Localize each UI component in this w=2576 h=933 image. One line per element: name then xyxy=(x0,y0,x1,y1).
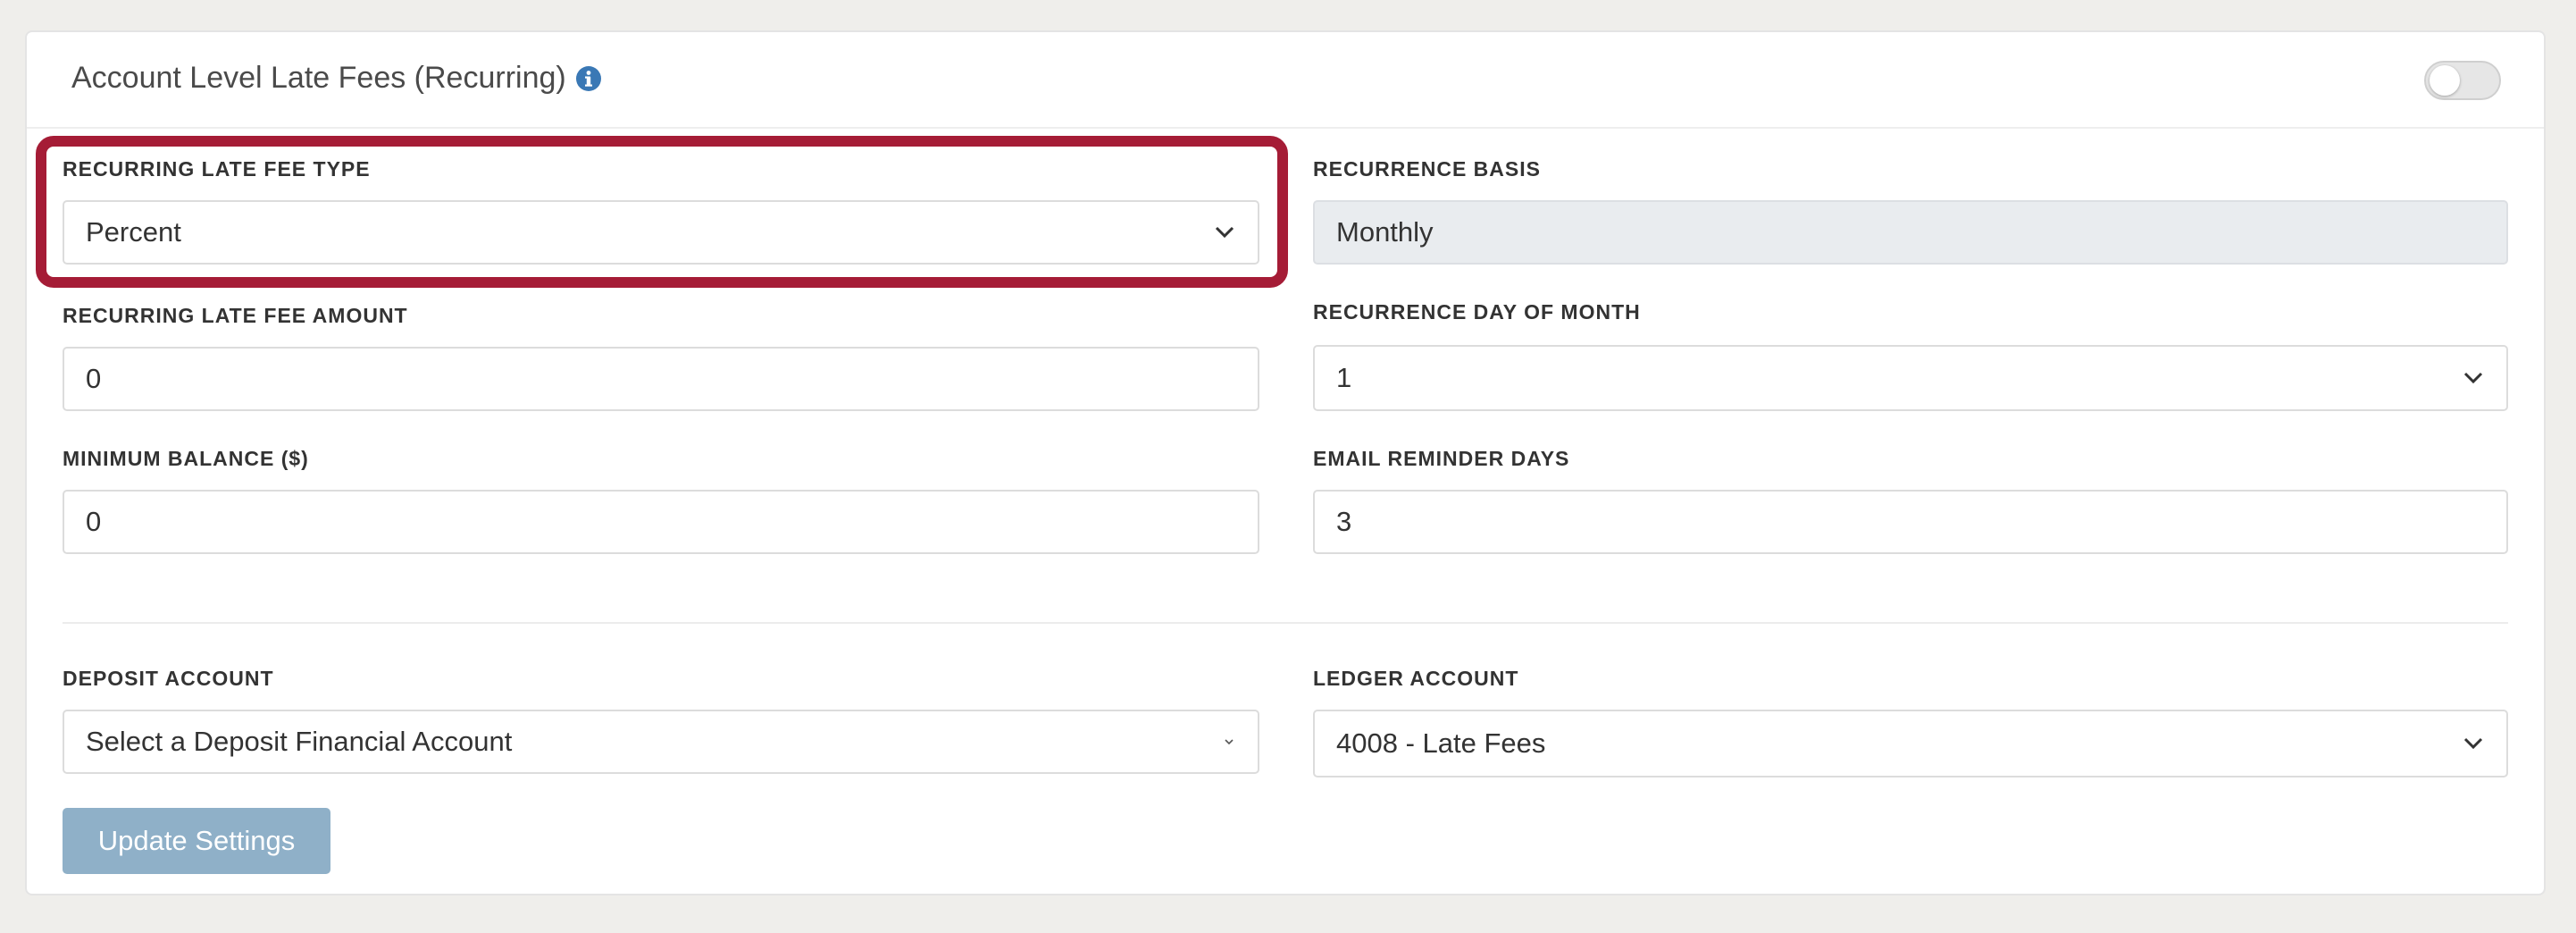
late-fee-type-select[interactable]: Percent xyxy=(63,200,1259,265)
card-title-row: Account Level Late Fees (Recurring) xyxy=(71,61,602,96)
late-fee-amount-label: RECURRING LATE FEE AMOUNT xyxy=(63,304,408,327)
chevron-down-icon xyxy=(1225,739,1234,745)
deposit-account-select[interactable]: Select a Deposit Financial Account xyxy=(63,710,1259,774)
deposit-account-value: Select a Deposit Financial Account xyxy=(86,726,513,757)
ledger-account-value: 4008 - Late Fees xyxy=(1336,727,1546,759)
deposit-account-label: DEPOSIT ACCOUNT xyxy=(63,667,274,690)
recurrence-basis-field: Monthly xyxy=(1313,200,2508,265)
section-divider xyxy=(63,622,2508,624)
ledger-account-select[interactable]: 4008 - Late Fees xyxy=(1313,710,2508,778)
chevron-down-icon xyxy=(1215,226,1234,239)
chevron-down-icon xyxy=(2463,737,2483,750)
recurrence-day-label: RECURRENCE DAY OF MONTH xyxy=(1313,300,1641,324)
email-reminder-days-input[interactable]: 3 xyxy=(1313,490,2508,554)
recurrence-day-select[interactable]: 1 xyxy=(1313,345,2508,411)
recurring-fees-toggle[interactable] xyxy=(2424,61,2501,100)
minimum-balance-label: MINIMUM BALANCE ($) xyxy=(63,447,309,470)
email-reminder-days-label: EMAIL REMINDER DAYS xyxy=(1313,447,1570,470)
late-fee-amount-value: 0 xyxy=(86,363,102,394)
late-fee-type-label: RECURRING LATE FEE TYPE xyxy=(63,157,371,181)
late-fee-type-value: Percent xyxy=(86,216,181,248)
recurrence-basis-value: Monthly xyxy=(1336,216,1434,248)
recurrence-day-value: 1 xyxy=(1336,362,1352,393)
late-fee-amount-input[interactable]: 0 xyxy=(63,347,1259,411)
ledger-account-label: LEDGER ACCOUNT xyxy=(1313,667,1519,690)
email-reminder-days-value: 3 xyxy=(1336,506,1352,537)
recurrence-basis-label: RECURRENCE BASIS xyxy=(1313,157,1541,181)
card-title: Account Level Late Fees (Recurring) xyxy=(71,61,566,95)
info-icon[interactable] xyxy=(575,65,602,92)
chevron-down-icon xyxy=(2463,372,2483,384)
card-header: Account Level Late Fees (Recurring) xyxy=(27,32,2544,129)
minimum-balance-input[interactable]: 0 xyxy=(63,490,1259,554)
update-settings-button[interactable]: Update Settings xyxy=(63,808,330,874)
toggle-knob xyxy=(2430,65,2460,96)
minimum-balance-value: 0 xyxy=(86,506,102,537)
